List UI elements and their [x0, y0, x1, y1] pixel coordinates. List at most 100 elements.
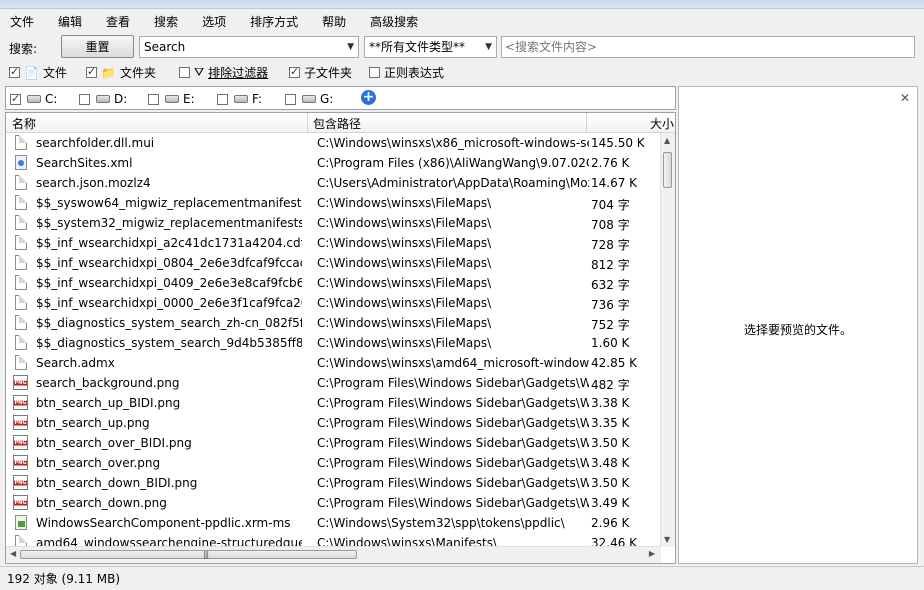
table-row[interactable]: $$_diagnostics_system_search_zh-cn_082f5…	[6, 313, 661, 333]
table-row[interactable]: $$_inf_wsearchidxpi_a2c41dc1731a4204.cdf…	[6, 233, 661, 253]
drive-icon	[165, 95, 179, 103]
option-checkbox[interactable]	[179, 67, 190, 78]
horizontal-scrollbar[interactable]: ◀ ||| ▶	[6, 546, 661, 563]
png-file-icon: PNG	[13, 495, 28, 510]
option-toggle[interactable]: 正则表达式	[369, 64, 444, 81]
table-row[interactable]: $$_system32_migwiz_replacementmanifests_…	[6, 213, 661, 233]
table-row[interactable]: PNG btn_search_over.png C:\Program Files\W…	[6, 453, 661, 473]
folder-icon: 📁	[101, 65, 116, 80]
table-row[interactable]: PNG btn_search_up.png C:\Program Files\Win…	[6, 413, 661, 433]
cell-path: C:\Program Files\Windows Sidebar\Gadgets…	[317, 456, 589, 470]
option-checkbox[interactable]	[369, 67, 380, 78]
table-row[interactable]: amd64_windowssearchengine-structuredquer…	[6, 533, 661, 547]
table-row[interactable]: $$_inf_wsearchidxpi_0000_2e6e3f1caf9fca2…	[6, 293, 661, 313]
cell-name: btn_search_over_BIDI.png	[36, 436, 192, 450]
menu-item[interactable]: 排序方式	[240, 9, 298, 35]
scroll-up-icon[interactable]: ▲	[664, 136, 670, 145]
table-row[interactable]: PNG btn_search_down.png C:\Program Files\W…	[6, 493, 661, 513]
cell-name: $$_inf_wsearchidxpi_0804_2e6e3dfcaf9fcca…	[36, 256, 302, 270]
results-header: 名称 包含路径 大小	[6, 113, 675, 133]
option-checkbox[interactable]	[289, 65, 300, 78]
drive-checkbox[interactable]	[79, 93, 90, 105]
drive-toggle[interactable]: G:	[285, 92, 333, 106]
option-checkbox[interactable]	[86, 65, 97, 78]
menu-item[interactable]: 高级搜索	[360, 9, 418, 35]
cell-size: 3.49 K	[591, 496, 630, 510]
cell-name: search_background.png	[36, 376, 180, 390]
reset-button[interactable]: 重置	[61, 35, 134, 58]
drive-icon	[27, 95, 41, 103]
menu-item[interactable]: 帮助	[312, 9, 346, 35]
drive-toggle[interactable]: C:	[10, 92, 57, 106]
vertical-scroll-thumb[interactable]	[663, 152, 672, 188]
cell-path: C:\Users\Administrator\AppData\Roaming\M…	[317, 176, 589, 190]
cell-size: 3.50 K	[591, 476, 630, 490]
drive-toggle[interactable]: E:	[148, 92, 195, 106]
table-row[interactable]: $$_inf_wsearchidxpi_0409_2e6e3e8caf9fcb6…	[6, 273, 661, 293]
cell-size: 752 字	[591, 318, 630, 332]
document-icon	[15, 175, 27, 190]
scroll-down-icon[interactable]: ▼	[664, 535, 670, 544]
scroll-left-icon[interactable]: ◀	[10, 549, 16, 558]
close-icon[interactable]: ✕	[900, 91, 910, 105]
cell-path: C:\Program Files\Windows Sidebar\Gadgets…	[317, 376, 589, 390]
table-row[interactable]: $$_inf_wsearchidxpi_0804_2e6e3dfcaf9fcca…	[6, 253, 661, 273]
table-row[interactable]: PNG search_background.png C:\Program Files…	[6, 373, 661, 393]
search-query-combo[interactable]: Search ▼	[139, 36, 359, 58]
table-row[interactable]: PNG btn_search_up_BIDI.png C:\Program File…	[6, 393, 661, 413]
menu-item[interactable]: 文件	[0, 9, 34, 35]
option-toggle[interactable]: ⛛ 排除过滤器	[179, 64, 268, 81]
option-checkbox[interactable]	[9, 65, 20, 78]
column-divider[interactable]	[307, 113, 308, 132]
table-row[interactable]: WindowsSearchComponent-ppdlic.xrm-ms C:\W…	[6, 513, 661, 533]
column-divider[interactable]	[586, 113, 587, 132]
vertical-scrollbar[interactable]: ▲ ▼	[660, 133, 675, 547]
drive-checkbox[interactable]	[217, 93, 228, 105]
cell-name: $$_inf_wsearchidxpi_0000_2e6e3f1caf9fca2…	[36, 296, 302, 310]
cell-size: 3.38 K	[591, 396, 630, 410]
column-header-path[interactable]: 包含路径	[313, 115, 361, 132]
table-row[interactable]: PNG btn_search_down_BIDI.png C:\Program Fi…	[6, 473, 661, 493]
drive-toggle[interactable]: D:	[79, 92, 127, 106]
option-toggle[interactable]: 📄文件	[9, 64, 67, 81]
table-row[interactable]: $$_syswow64_migwiz_replacementmanifests_…	[6, 193, 661, 213]
drive-checkbox[interactable]	[148, 93, 159, 105]
menu-item[interactable]: 搜索	[144, 9, 178, 35]
grip-icon: |||	[203, 550, 209, 559]
drive-label: G:	[320, 92, 334, 106]
column-header-size[interactable]: 大小	[650, 115, 674, 132]
chevron-down-icon[interactable]: ▼	[485, 37, 492, 57]
scroll-right-icon[interactable]: ▶	[649, 549, 655, 558]
cell-name: btn_search_up_BIDI.png	[36, 396, 181, 410]
menu-item[interactable]: 选项	[192, 9, 226, 35]
png-file-icon: PNG	[13, 415, 28, 430]
table-row[interactable]: Search.admx C:\Windows\winsxs\amd64_micro…	[6, 353, 661, 373]
add-location-icon[interactable]: +	[361, 90, 376, 105]
drives-bar: + C: D: E: F: G:	[5, 86, 676, 110]
file-type-combo[interactable]: **所有文件类型** ▼	[364, 36, 497, 58]
horizontal-scroll-thumb[interactable]: |||	[20, 550, 357, 559]
option-toggle[interactable]: 子文件夹	[289, 64, 352, 81]
cell-name: btn_search_over.png	[36, 456, 161, 470]
table-row[interactable]: $$_diagnostics_system_search_9d4b5385ff8…	[6, 333, 661, 353]
cell-name: btn_search_down_BIDI.png	[36, 476, 198, 490]
menu-item[interactable]: 查看	[96, 9, 130, 35]
drive-checkbox[interactable]	[10, 92, 21, 105]
column-header-name[interactable]: 名称	[12, 115, 36, 132]
table-row[interactable]: SearchSites.xml C:\Program Files (x86)\Al…	[6, 153, 661, 173]
content-search-input[interactable]: <搜索文件内容>	[501, 36, 915, 58]
drive-checkbox[interactable]	[285, 93, 296, 105]
table-row[interactable]: search.json.mozlz4 C:\Users\Administrator…	[6, 173, 661, 193]
menu-bar: 文件 编辑 查看 搜索 选项 排序方式 帮助 高级搜索	[0, 9, 924, 35]
option-toggle[interactable]: 📁文件夹	[86, 64, 156, 81]
cell-size: 1.60 K	[591, 336, 630, 350]
drive-toggle[interactable]: F:	[217, 92, 262, 106]
cell-size: 704 字	[591, 198, 630, 212]
cell-path: C:\Program Files\Windows Sidebar\Gadgets…	[317, 416, 589, 430]
cell-name: search.json.mozlz4	[36, 176, 151, 190]
option-label: 文件	[42, 66, 67, 80]
table-row[interactable]: PNG btn_search_over_BIDI.png C:\Program Fi…	[6, 433, 661, 453]
table-row[interactable]: searchfolder.dll.mui C:\Windows\winsxs\x8…	[6, 133, 661, 153]
chevron-down-icon[interactable]: ▼	[347, 37, 354, 57]
menu-item[interactable]: 编辑	[48, 9, 82, 35]
